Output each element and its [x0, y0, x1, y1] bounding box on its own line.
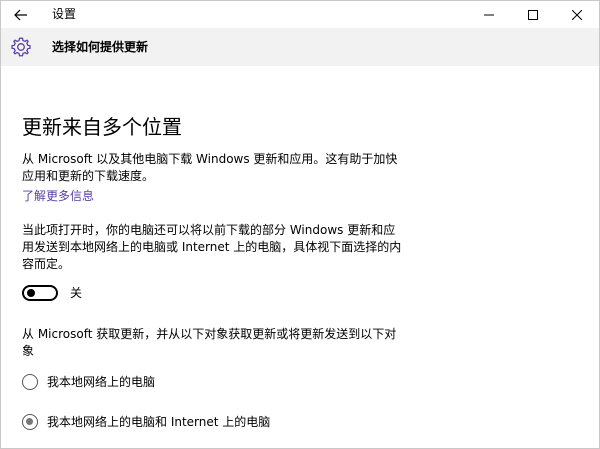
arrow-left-icon [14, 9, 27, 20]
minimize-button[interactable] [467, 1, 511, 28]
toggle-knob [27, 289, 35, 297]
section-heading: 更新来自多个位置 [22, 115, 182, 139]
radio-button-selected[interactable] [22, 414, 38, 430]
description-text: 从 Microsoft 以及其他电脑下载 Windows 更新和应用。这有助于加… [22, 152, 398, 183]
maximize-button[interactable] [511, 1, 555, 28]
close-icon [572, 9, 582, 20]
window-title: 设置 [52, 7, 77, 21]
radio-option-local-internet[interactable]: 我本地网络上的电脑和 Internet 上的电脑 [22, 412, 402, 432]
delivery-toggle-row: 关 [22, 281, 402, 305]
radio-label: 我本地网络上的电脑和 Internet 上的电脑 [47, 415, 271, 429]
page-title: 选择如何提供更新 [52, 40, 149, 54]
minimize-icon [484, 14, 494, 15]
back-button[interactable] [1, 1, 41, 28]
title-bar: 设置 [1, 1, 599, 28]
toggle-state-label: 关 [70, 286, 83, 300]
delivery-toggle[interactable] [22, 285, 58, 301]
page-header: 选择如何提供更新 [1, 28, 599, 66]
close-button[interactable] [555, 1, 599, 28]
main-content: 更新来自多个位置 从 Microsoft 以及其他电脑下载 Windows 更新… [22, 113, 402, 432]
radio-label: 我本地网络上的电脑 [47, 375, 156, 389]
radio-option-local[interactable]: 我本地网络上的电脑 [22, 372, 402, 392]
options-description-text: 从 Microsoft 获取更新，并从以下对象获取更新或将更新发送到以下对象 [22, 327, 397, 358]
learn-more-link[interactable]: 了解更多信息 [22, 188, 94, 205]
maximize-icon [528, 9, 538, 20]
gear-icon [11, 37, 31, 57]
radio-button[interactable] [22, 374, 38, 390]
settings-window: 设置 选择如何提供更新 更新来自多个位置 从 Microsoft 以及其他电脑下… [0, 0, 600, 449]
toggle-description-text: 当此项打开时，你的电脑还可以将以前下载的部分 Windows 更新和应用发送到本… [22, 223, 402, 271]
